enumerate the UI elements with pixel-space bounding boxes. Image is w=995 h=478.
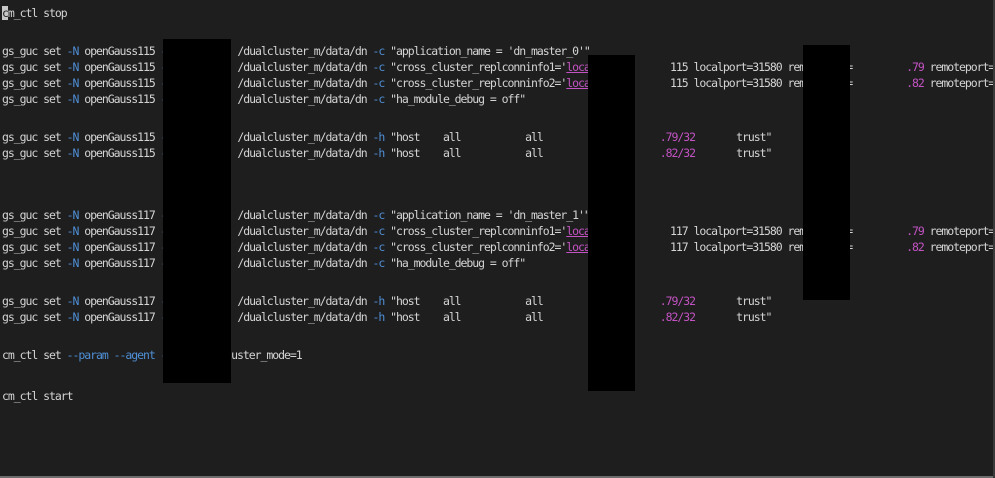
redaction-box-paths — [163, 39, 231, 383]
cmd-guc-115-application-name: gs_guc set -N openGauss115 -D/dualcluste… — [2, 44, 591, 58]
cmd-cm-ctl-stop: cm_ctl stop — [2, 6, 68, 20]
redaction-box-ips — [588, 55, 635, 391]
cmd-guc-115-hba-82: gs_guc set -N openGauss115 -D/dualcluste… — [2, 146, 772, 160]
cmd-cm-ctl-start: cm_ctl start — [2, 389, 74, 403]
redaction-box-remotehost — [803, 45, 850, 300]
cmd-guc-117-hba-82: gs_guc set -N openGauss117 -D/dualcluste… — [2, 310, 772, 324]
cmd-guc-117-application-name: gs_guc set -N openGauss117 -D/dualcluste… — [2, 208, 591, 222]
cmd-cm-ctl-set: cm_ctl set --param --agent -k dorado_clu… — [2, 348, 303, 362]
cmd-guc-115-ha-debug: gs_guc set -N openGauss115 -D/dualcluste… — [2, 92, 526, 106]
cmd-guc-115-hba-79: gs_guc set -N openGauss115 -D/dualcluste… — [2, 130, 772, 144]
cmd-guc-117-hba-79: gs_guc set -N openGauss117 -D/dualcluste… — [2, 294, 772, 308]
cmd-guc-117-ha-debug: gs_guc set -N openGauss117 -D/dualcluste… — [2, 256, 526, 270]
